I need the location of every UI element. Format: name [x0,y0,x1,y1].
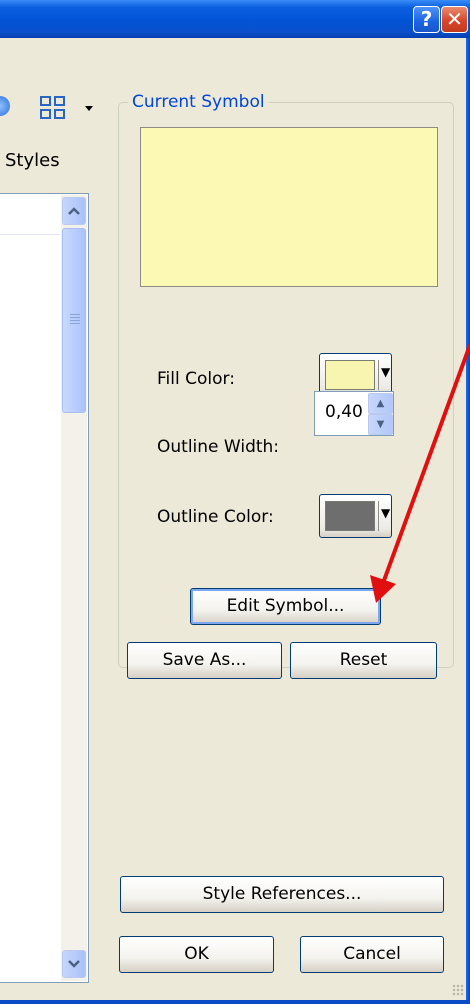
outline-width-value[interactable]: 0,40 [325,402,363,422]
edit-symbol-button[interactable]: Edit Symbol... [190,588,381,625]
list-item[interactable] [0,234,60,235]
scroll-thumb[interactable] [62,228,86,413]
help-button[interactable]: ? [413,6,440,33]
cancel-button[interactable]: Cancel [300,936,444,973]
style-references-button[interactable]: Style References... [120,876,444,913]
scroll-up-button[interactable] [62,197,86,225]
window-frame-bottom [0,1000,470,1004]
symbol-preview [140,127,438,287]
reset-button[interactable]: Reset [290,642,437,679]
ok-button[interactable]: OK [119,936,274,973]
outline-width-label: Outline Width: [157,437,280,457]
scroll-down-button[interactable] [62,950,86,978]
view-options-icon[interactable] [40,93,96,123]
spin-down-icon[interactable]: ▼ [368,414,393,435]
save-as-button[interactable]: Save As... [127,642,282,679]
fill-color-label: Fill Color: [157,369,235,389]
current-symbol-title: Current Symbol [128,92,269,112]
close-button[interactable]: ✕ [441,6,468,33]
close-icon: ✕ [446,7,463,31]
styles-label: Styles [5,150,60,171]
title-bar: ? ✕ [0,0,470,38]
separator [378,360,379,390]
scroll-up-icon [68,207,80,215]
symbol-list[interactable] [0,193,89,983]
spin-up-icon[interactable]: ▲ [368,393,393,414]
separator [378,501,379,531]
scroll-down-icon [68,960,80,968]
dropdown-arrow-icon: ▼ [381,506,391,520]
fill-color-swatch [325,360,375,390]
search-icon[interactable] [0,96,10,116]
help-icon: ? [420,7,433,31]
resize-grip[interactable] [452,984,464,996]
outline-color-swatch [325,501,375,531]
window-frame-right [466,38,470,1004]
vertical-scrollbar[interactable] [61,195,87,981]
dropdown-arrow-icon: ▼ [381,365,391,379]
outline-color-button[interactable]: ▼ [319,494,392,538]
grip-icon [70,314,80,324]
outline-color-label: Outline Color: [157,507,274,527]
outline-width-stepper[interactable]: 0,40 ▲ ▼ [314,391,394,436]
